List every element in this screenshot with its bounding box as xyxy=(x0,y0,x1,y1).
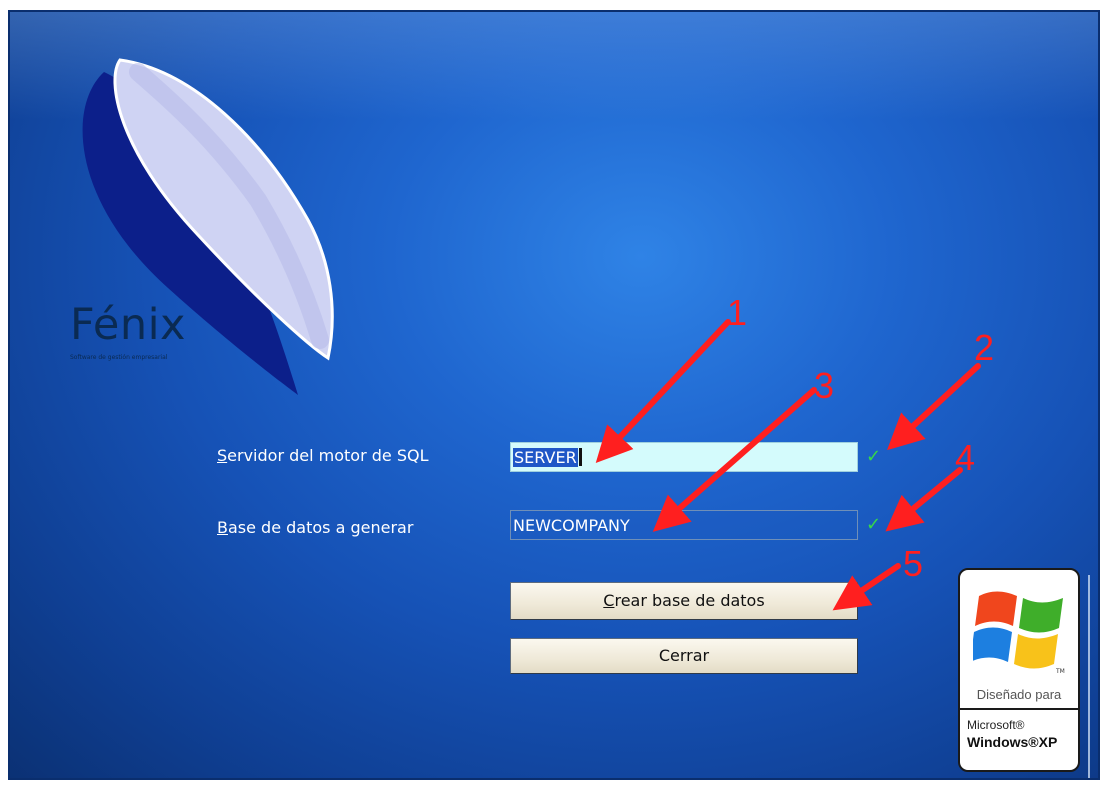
windows-xp-text: Windows®XP xyxy=(967,734,1058,750)
annotation-number-4: 4 xyxy=(955,437,976,478)
annotation-number-2: 2 xyxy=(974,327,995,368)
trademark-mark: TM xyxy=(1056,668,1065,675)
window-edge-highlight xyxy=(1088,575,1090,780)
annotation-number-3: 3 xyxy=(814,365,835,406)
create-database-button[interactable]: Crear base de datos xyxy=(510,582,858,620)
database-label-accelerator: B xyxy=(217,518,228,537)
create-button-accelerator: C xyxy=(603,591,615,610)
designed-for-text: Diseñado para xyxy=(976,687,1062,702)
text-caret xyxy=(578,448,582,466)
database-label: Base de datos a generar xyxy=(217,518,413,537)
screenshot-frame: Fénix Software de gestión empresarial Se… xyxy=(0,0,1103,792)
database-input-value: NEWCOMPANY xyxy=(513,516,630,535)
microsoft-text: Microsoft® xyxy=(967,718,1025,732)
app-tagline: Software de gestión empresarial xyxy=(70,354,168,361)
server-label-text: ervidor del motor de SQL xyxy=(227,446,429,465)
annotation-number-1: 1 xyxy=(727,292,748,333)
windows-flag-icon xyxy=(973,591,1063,669)
server-label-accelerator: S xyxy=(217,446,228,465)
setup-window: Fénix Software de gestión empresarial Se… xyxy=(8,10,1100,780)
fenix-feather-logo xyxy=(82,58,334,395)
server-valid-check-icon: ✓ xyxy=(866,446,882,467)
app-logo-text: Fénix xyxy=(70,300,186,350)
database-valid-check-icon: ✓ xyxy=(866,514,882,535)
badge-divider xyxy=(960,708,1078,710)
create-button-text: rear base de datos xyxy=(614,591,765,610)
designed-for-windows-xp-badge: TM Diseñado para Microsoft® Windows®XP xyxy=(958,568,1080,772)
annotation-number-5: 5 xyxy=(903,543,924,584)
database-name-input[interactable]: NEWCOMPANY xyxy=(510,510,858,540)
server-input-value: SERVER xyxy=(513,448,578,467)
database-label-text: ase de datos a generar xyxy=(227,518,414,537)
close-button[interactable]: Cerrar xyxy=(510,638,858,674)
server-label: Servidor del motor de SQL xyxy=(217,446,428,465)
server-input[interactable]: SERVER xyxy=(510,442,858,472)
